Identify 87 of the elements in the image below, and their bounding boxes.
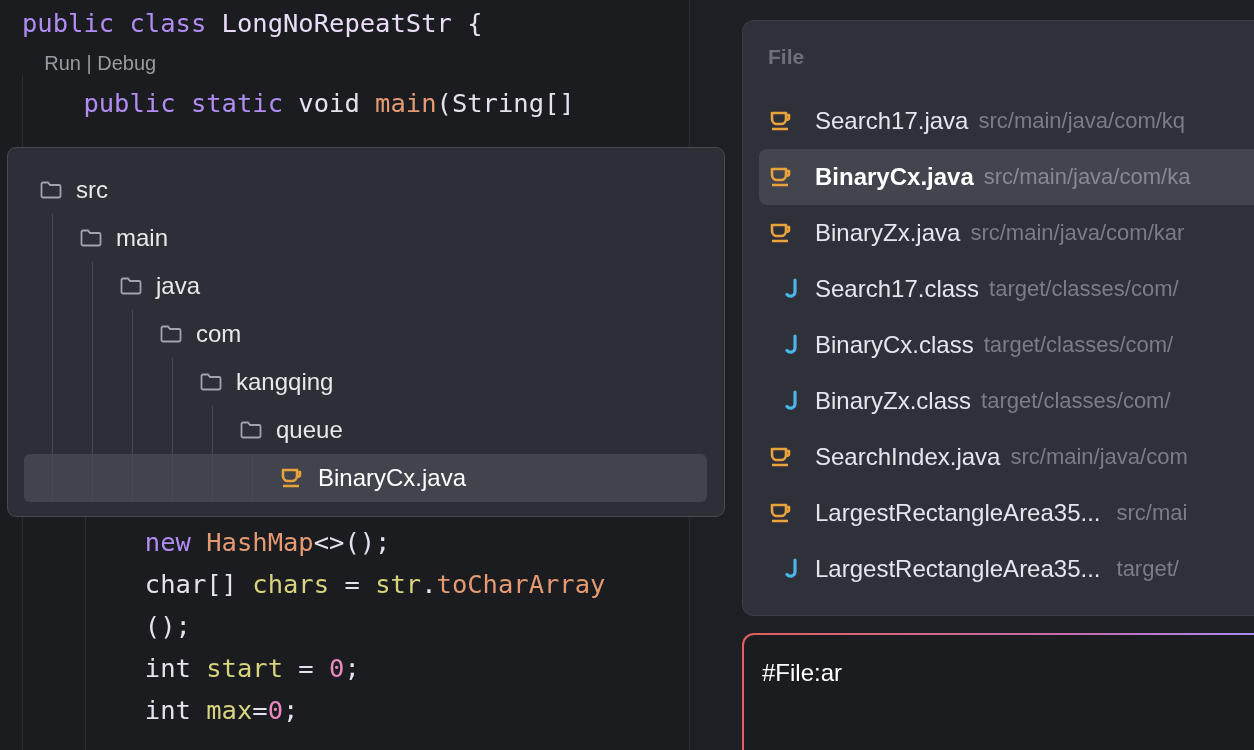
- file-name: Search17.class: [815, 275, 980, 303]
- code-token: chars: [252, 568, 330, 601]
- folder-icon: [240, 421, 262, 439]
- tree-item[interactable]: com: [24, 310, 707, 358]
- folder-icon: [120, 277, 142, 295]
- file-option[interactable]: BinaryCx.java src/main/java/com/ka: [759, 149, 1254, 205]
- code-token: public static: [82, 87, 284, 120]
- tree-item-label: queue: [276, 416, 343, 444]
- code-token: str: [375, 568, 422, 601]
- file-path: src/main/java/com/kar: [970, 220, 1185, 246]
- code-token: start: [206, 652, 283, 685]
- file-path: target/classes/com/: [983, 332, 1174, 358]
- code-token: main: [375, 87, 437, 120]
- file-name: LargestRectangleArea35...: [815, 555, 1101, 583]
- file-path: src/main/java/com: [1010, 444, 1188, 470]
- code-token: int: [143, 694, 192, 727]
- code-token: 0: [329, 652, 345, 685]
- cup-icon: [769, 446, 793, 468]
- file-name: SearchIndex.java: [815, 443, 1001, 471]
- code-token: <>();: [313, 526, 391, 559]
- file-path: target/classes/com/: [981, 388, 1171, 414]
- cup-icon: [769, 110, 793, 132]
- file-name: Search17.java: [815, 107, 969, 135]
- file-option[interactable]: Search17.java src/main/java/com/kq: [759, 93, 1254, 149]
- folder-icon: [160, 325, 182, 343]
- cup-icon: [769, 222, 793, 244]
- hook-icon: [785, 390, 799, 412]
- hook-icon: [785, 558, 799, 580]
- file-option[interactable]: BinaryZx.java src/main/java/com/kar: [759, 205, 1254, 261]
- file-option[interactable]: Search17.class target/classes/com/: [759, 261, 1254, 317]
- hook-icon: [785, 278, 799, 300]
- tree-item-label: com: [196, 320, 242, 348]
- code-token: 0: [267, 694, 283, 727]
- section-header: File: [767, 44, 805, 70]
- file-name: LargestRectangleArea35...: [815, 499, 1101, 527]
- file-option[interactable]: BinaryZx.class target/classes/com/: [759, 373, 1254, 429]
- file-option[interactable]: SearchIndex.java src/main/java/com: [759, 429, 1254, 485]
- tree-item[interactable]: java: [24, 262, 707, 310]
- tree-item[interactable]: queue: [24, 406, 707, 454]
- code-token: =: [252, 694, 268, 727]
- cup-icon: [280, 467, 304, 489]
- hook-icon: [785, 334, 799, 356]
- tree-item-label: BinaryCx.java: [318, 464, 467, 492]
- file-option[interactable]: LargestRectangleArea35... target/: [759, 541, 1254, 597]
- file-name: BinaryZx.class: [815, 387, 972, 415]
- file-name: BinaryCx.class: [815, 331, 974, 359]
- code-token: max: [206, 694, 253, 727]
- code-token: .: [421, 568, 437, 601]
- tree-item[interactable]: BinaryCx.java: [24, 454, 707, 502]
- folder-icon: [200, 373, 222, 391]
- file-path: src/main/java/com/ka: [983, 164, 1191, 190]
- cup-icon: [769, 166, 793, 188]
- tree-item[interactable]: src: [24, 166, 707, 214]
- tree-item-label: java: [156, 272, 201, 300]
- file-path: src/mai: [1116, 500, 1188, 526]
- code-token: HashMap: [206, 526, 314, 559]
- cup-icon: [769, 502, 793, 524]
- file-path: target/: [1116, 556, 1179, 582]
- file-path: src/main/java/com/kq: [978, 108, 1186, 134]
- code-token: public class: [22, 7, 208, 40]
- code-token: ;: [283, 694, 299, 727]
- file-option[interactable]: BinaryCx.class target/classes/com/: [759, 317, 1254, 373]
- file-name: BinaryZx.java: [815, 219, 961, 247]
- tree-item-label: main: [116, 224, 169, 252]
- code-token: =: [297, 652, 315, 685]
- code-token: char[]: [143, 568, 238, 601]
- chat-input-field[interactable]: #File:ar: [742, 633, 1254, 750]
- codelens-links[interactable]: Run | Debug: [22, 44, 157, 82]
- tree-item-label: kangqing: [236, 368, 334, 396]
- code-token: (String[]: [436, 87, 575, 120]
- code-token: void: [298, 87, 361, 120]
- file-name: BinaryCx.java: [815, 163, 974, 191]
- folder-icon: [40, 181, 62, 199]
- tree-item[interactable]: kangqing: [24, 358, 707, 406]
- tree-item-label: src: [76, 176, 108, 204]
- code-token: ();: [143, 610, 191, 643]
- code-token: {: [466, 7, 483, 40]
- code-token: new: [143, 526, 192, 559]
- code-token: ;: [344, 652, 360, 685]
- folder-icon: [80, 229, 102, 247]
- file-path: target/classes/com/: [989, 276, 1179, 302]
- code-token: int: [143, 652, 192, 685]
- code-token: LongNoRepeatStr: [221, 7, 452, 40]
- code-token: toCharArray: [436, 568, 606, 601]
- code-token: =: [343, 568, 361, 601]
- tree-item[interactable]: main: [24, 214, 707, 262]
- file-option[interactable]: LargestRectangleArea35... src/mai: [759, 485, 1254, 541]
